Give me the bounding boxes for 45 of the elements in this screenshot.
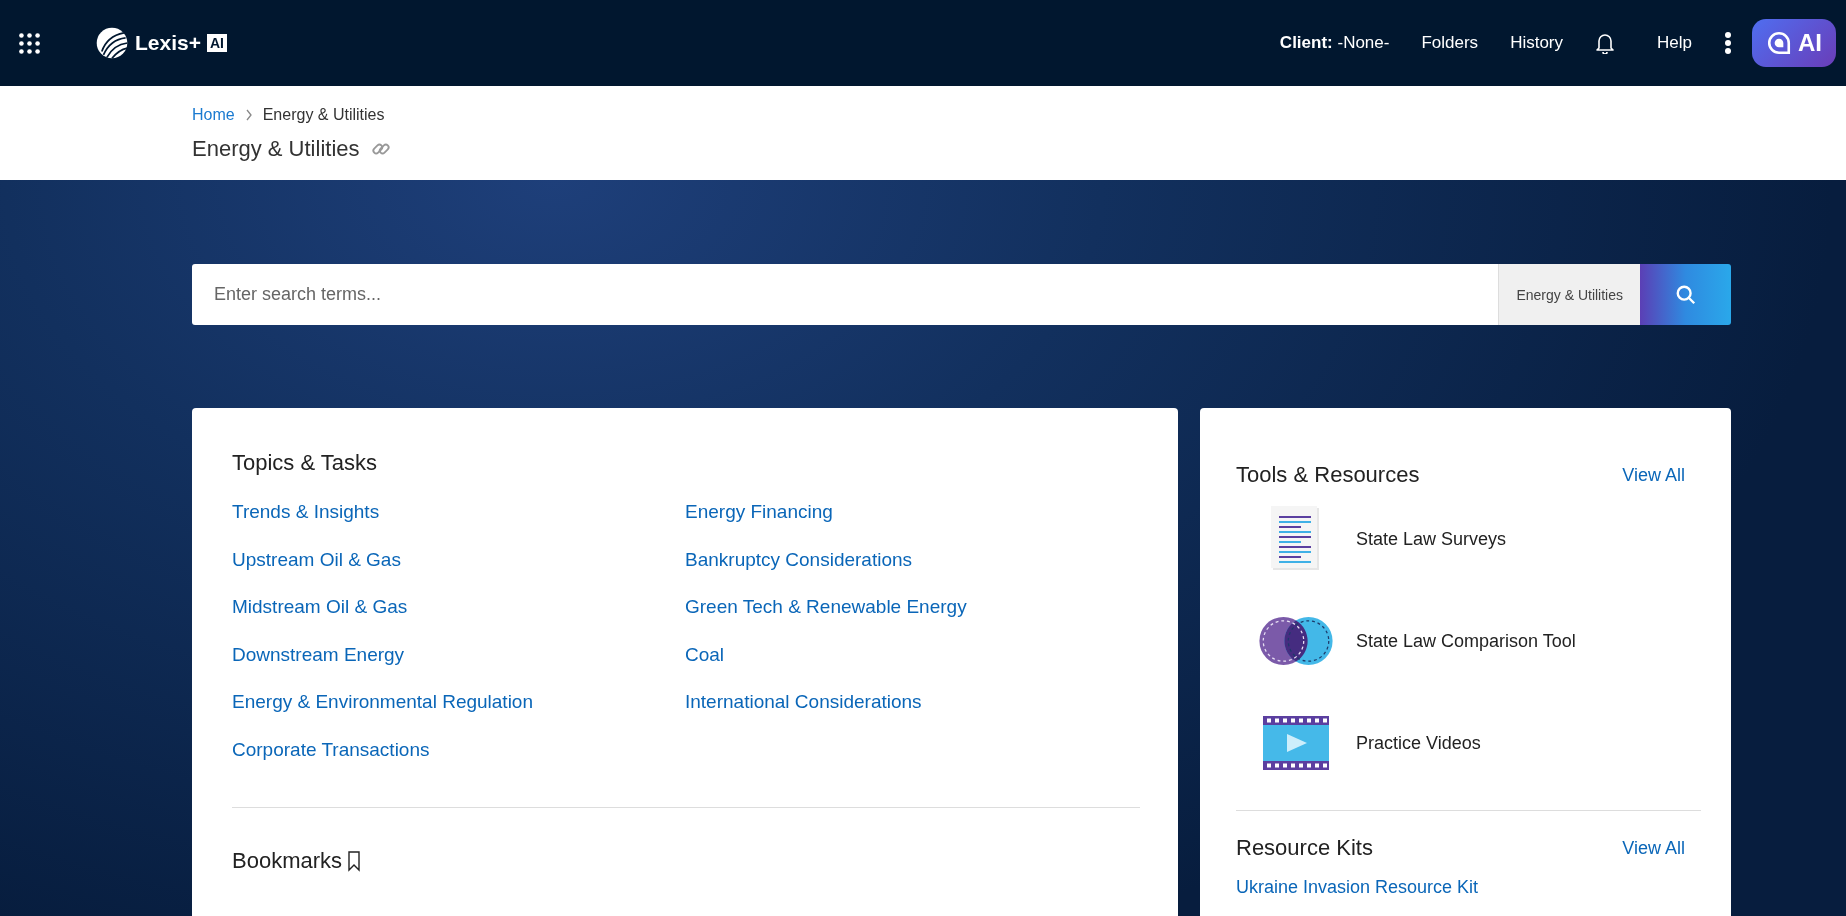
topic-link[interactable]: International Considerations xyxy=(685,690,1138,738)
document-icon xyxy=(1271,506,1321,572)
topic-link[interactable]: Bankruptcy Considerations xyxy=(685,547,1138,595)
search-field[interactable]: Enter search terms... xyxy=(192,264,1499,325)
nav-link[interactable]: History xyxy=(1510,33,1564,53)
notifications-bell-icon[interactable] xyxy=(1595,32,1616,54)
client-selector[interactable]: Client: -None- xyxy=(1279,33,1390,53)
nav-link[interactable]: Help xyxy=(1657,33,1692,53)
apps-grid-icon[interactable] xyxy=(18,31,41,55)
topic-link[interactable]: Energy Financing xyxy=(685,500,1138,548)
venn-diagram-icon xyxy=(1257,615,1335,667)
topic-link[interactable]: Upstream Oil & Gas xyxy=(232,547,685,595)
chat-bubble-icon xyxy=(1766,30,1792,56)
breadcrumb-link[interactable]: Home xyxy=(192,106,235,124)
ai-assistant-button[interactable]: AI xyxy=(1752,19,1836,67)
breadcrumb-current: Energy & Utilities xyxy=(262,106,385,124)
view-all-link[interactable]: View All xyxy=(1622,464,1685,486)
tool-link[interactable]: State Law Comparison Tool xyxy=(1356,630,1576,652)
section-title: Resource Kits xyxy=(1236,835,1373,861)
logo-icon xyxy=(95,26,129,60)
section-title: Tools & Resources xyxy=(1236,462,1420,488)
resource-kit-link[interactable]: Ukraine Invasion Resource Kit xyxy=(1236,877,1701,898)
topic-link[interactable]: Midstream Oil & Gas xyxy=(232,595,685,643)
tool-link[interactable]: Practice Videos xyxy=(1356,732,1481,754)
topic-link[interactable]: Energy & Environmental Regulation xyxy=(232,690,685,738)
topic-link[interactable]: Corporate Transactions xyxy=(232,737,685,785)
nav-link[interactable]: Folders xyxy=(1421,33,1479,53)
chevron-right-icon xyxy=(244,109,253,121)
section-title: Bookmarks xyxy=(232,848,343,874)
search-button[interactable] xyxy=(1640,264,1731,325)
topic-link[interactable]: Coal xyxy=(685,642,1138,690)
brand-name: Lexis+ xyxy=(135,31,201,55)
topic-link[interactable]: Downstream Energy xyxy=(232,642,685,690)
topic-link[interactable]: Green Tech & Renewable Energy xyxy=(685,595,1138,643)
search-icon xyxy=(1674,283,1697,306)
search-scope[interactable]: Energy & Utilities xyxy=(1498,264,1640,325)
view-all-link[interactable]: View All xyxy=(1622,837,1685,859)
tool-link[interactable]: State Law Surveys xyxy=(1356,528,1507,550)
brand-badge: AI xyxy=(206,34,227,52)
bookmark-icon[interactable] xyxy=(348,850,361,872)
section-title: Topics & Tasks xyxy=(232,450,379,476)
page-title: Energy & Utilities xyxy=(192,136,360,162)
more-options-icon[interactable] xyxy=(1724,31,1732,55)
topic-link[interactable]: Trends & Insights xyxy=(232,500,685,548)
video-film-icon xyxy=(1263,716,1329,770)
